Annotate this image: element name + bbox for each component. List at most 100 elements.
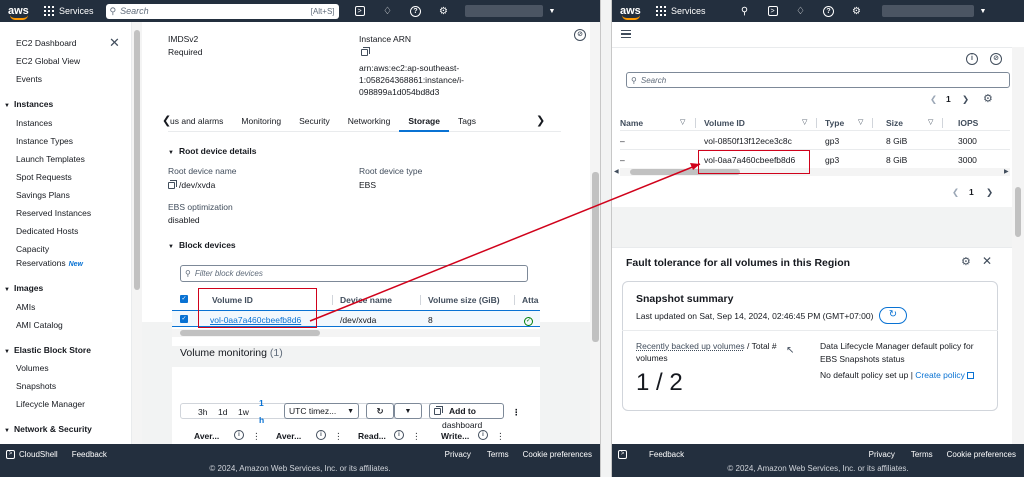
settings-gear-icon[interactable]: ⚙ (961, 255, 971, 268)
filter-funnel-icon[interactable]: ▽ (680, 118, 685, 126)
column-header-volume-size[interactable]: Volume size (GiB) (428, 295, 500, 305)
row-checkbox[interactable]: ✓ (180, 315, 188, 323)
search-volumes-input[interactable]: ⚲ Search (626, 72, 1010, 88)
feedback-link[interactable]: Feedback (649, 450, 684, 459)
chevron-left-icon[interactable]: ❮ (952, 187, 959, 198)
table-horizontal-scrollbar[interactable] (172, 329, 540, 337)
more-options-icon[interactable]: ⋮ (512, 407, 521, 418)
sidebar-item-amis[interactable]: AMIs (16, 302, 35, 312)
sidebar-item-instance-types[interactable]: Instance Types (16, 136, 73, 146)
dismiss-circle-icon[interactable]: ⊘ (990, 53, 1002, 65)
more-icon[interactable]: ⋮ (496, 431, 505, 442)
recently-backed-up-link[interactable]: Recently backed up volumes (636, 341, 745, 351)
account-menu-redacted[interactable] (464, 5, 543, 17)
notifications-bell-icon[interactable]: ♢ (381, 4, 395, 18)
refresh-button[interactable]: ↻ (366, 403, 394, 419)
sidebar-scrollbar[interactable] (132, 22, 142, 444)
sidebar-item-ami-catalog[interactable]: AMI Catalog (16, 320, 63, 330)
timezone-select[interactable]: UTC timez... ▼ (284, 403, 359, 419)
cloudshell-icon[interactable]: > (766, 4, 780, 18)
aws-logo[interactable]: aws (8, 5, 32, 20)
more-icon[interactable]: ⋮ (334, 431, 343, 442)
page-number[interactable]: 1 (946, 94, 951, 104)
column-header-size[interactable]: Size (886, 118, 903, 128)
info-icon[interactable]: i (478, 430, 488, 440)
sidebar-item-events[interactable]: Events (16, 74, 42, 84)
sidebar-item-volumes[interactable]: Volumes (16, 363, 49, 373)
filter-funnel-icon[interactable]: ▽ (858, 118, 863, 126)
page-number-bottom[interactable]: 1 (969, 187, 974, 197)
settings-gear-icon[interactable]: ⚙ (850, 4, 864, 18)
chevron-left-icon[interactable]: ❮ (930, 94, 937, 105)
cloudshell-icon[interactable]: > (6, 449, 15, 459)
terms-link[interactable]: Terms (911, 450, 933, 459)
close-icon[interactable]: ✕ (109, 35, 120, 51)
sidebar-section-images[interactable]: ▼ Images (4, 283, 43, 293)
scroll-left-arrow-icon[interactable]: ◀ (614, 168, 619, 175)
range-custom-bottom[interactable]: h (259, 415, 264, 425)
sidebar-item-capacity[interactable]: Capacity (16, 244, 49, 254)
copy-icon[interactable] (168, 180, 177, 190)
notifications-bell-icon[interactable]: ♢ (794, 4, 808, 18)
tab-status-and-alarms[interactable]: us and alarms (168, 110, 232, 132)
add-to-dashboard-button[interactable]: Add to (429, 403, 504, 419)
chevron-right-icon[interactable]: ❯ (536, 114, 545, 127)
range-custom-top[interactable]: 1 (259, 398, 264, 408)
main-scrollbar[interactable] (590, 22, 600, 444)
range-1d[interactable]: 1d (218, 407, 227, 417)
info-icon[interactable]: i (394, 430, 404, 440)
sidebar-section-network-security[interactable]: ▼ Network & Security (4, 424, 92, 434)
search-icon[interactable]: ⚲ (738, 4, 752, 18)
privacy-link[interactable]: Privacy (445, 450, 471, 459)
help-icon[interactable]: ? (822, 4, 836, 18)
filter-block-devices-input[interactable]: ⚲ Filter block devices (180, 265, 528, 282)
range-1w[interactable]: 1w (238, 407, 249, 417)
column-header-attachment[interactable]: Atta (522, 295, 539, 305)
privacy-link[interactable]: Privacy (869, 450, 895, 459)
sidebar-item-launch-templates[interactable]: Launch Templates (16, 154, 85, 164)
create-policy-link[interactable]: Create policy (915, 370, 965, 380)
chevron-right-icon[interactable]: ❯ (962, 94, 969, 105)
column-header-iops[interactable]: IOPS (958, 118, 978, 128)
info-icon[interactable]: i (316, 430, 326, 440)
row1-volume-id-link[interactable]: vol-0850f13f12ece3c8c (704, 136, 792, 146)
sidebar-item-dedicated-hosts[interactable]: Dedicated Hosts (16, 226, 78, 236)
tab-monitoring[interactable]: Monitoring (232, 110, 290, 132)
sidebar-item-lifecycle-manager[interactable]: Lifecycle Manager (16, 399, 85, 409)
search-input[interactable]: ⚲ Search [Alt+S] (105, 3, 339, 19)
table-horizontal-scrollbar[interactable] (620, 168, 1010, 176)
root-device-section-header[interactable]: ▼ Root device details (168, 146, 256, 156)
block-devices-section-header[interactable]: ▼ Block devices (168, 240, 236, 250)
menu-hamburger-icon[interactable] (621, 30, 631, 38)
account-menu-redacted[interactable] (881, 5, 974, 17)
range-3h[interactable]: 3h (198, 407, 207, 417)
filter-funnel-icon[interactable]: ▽ (928, 118, 933, 126)
more-icon[interactable]: ⋮ (252, 431, 261, 442)
cloudshell-icon[interactable]: > (618, 449, 627, 459)
close-icon[interactable]: ✕ (982, 254, 992, 268)
copy-arn-icon[interactable] (361, 47, 372, 57)
sidebar-item-reserved-instances[interactable]: Reserved Instances (16, 208, 91, 218)
info-icon[interactable]: i (966, 53, 978, 65)
help-icon[interactable]: ? (409, 4, 423, 18)
tab-tags[interactable]: Tags (449, 110, 485, 132)
terms-link[interactable]: Terms (487, 450, 509, 459)
cloudshell-icon[interactable]: > (353, 4, 367, 18)
column-header-name[interactable]: Name (620, 118, 643, 128)
sidebar-section-instances[interactable]: ▼ Instances (4, 99, 53, 109)
column-header-device-name[interactable]: Device name (340, 295, 392, 305)
column-header-volume-id[interactable]: Volume ID (704, 118, 745, 128)
feedback-link[interactable]: Feedback (72, 450, 107, 459)
column-header-type[interactable]: Type (825, 118, 844, 128)
services-grid-icon[interactable] (44, 6, 54, 16)
services-grid-icon[interactable] (656, 6, 666, 16)
sidebar-item-instances[interactable]: Instances (16, 118, 52, 128)
sidebar-section-ebs[interactable]: ▼ Elastic Block Store (4, 345, 91, 355)
tab-security[interactable]: Security (290, 110, 339, 132)
sidebar-item-reservations[interactable]: Reservations New (16, 258, 83, 268)
chevron-right-icon[interactable]: ❯ (986, 187, 993, 198)
select-all-checkbox[interactable]: ✓ (180, 295, 188, 303)
right-vertical-scrollbar[interactable] (1012, 47, 1024, 444)
sidebar-item-snapshots[interactable]: Snapshots (16, 381, 56, 391)
sidebar-item-ec2-dashboard[interactable]: EC2 Dashboard (16, 38, 76, 48)
